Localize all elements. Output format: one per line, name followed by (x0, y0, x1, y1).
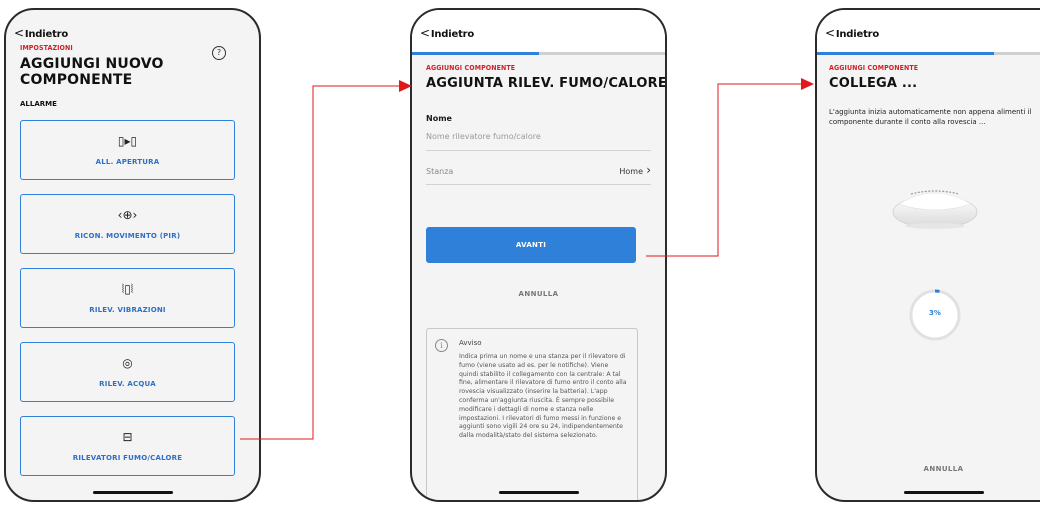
step-progress-fill (412, 52, 539, 55)
phone-add-smoke-detector: <Indietro AGGIUNGI COMPONENTE AGGIUNTA R… (410, 8, 667, 502)
notice-title: Avviso (459, 339, 482, 347)
chevron-left-icon: < (14, 26, 24, 40)
instructions-text: L'aggiunta inizia automaticamente non ap… (829, 108, 1032, 126)
arrow-1 (240, 85, 402, 440)
room-value[interactable]: Home (619, 167, 643, 176)
back-label: Indietro (24, 29, 69, 40)
home-indicator (92, 491, 173, 494)
room-label: Stanza (426, 167, 454, 176)
phone-add-component: <Indietro IMPOSTAZIONI AGGIUNGI NUOVO CO… (4, 8, 261, 502)
arrow-2-head (801, 78, 814, 90)
smoke-detector-icon: ⊟ (122, 430, 133, 444)
cancel-button[interactable]: ANNULLA (412, 290, 665, 298)
phone-connect: <Indietro AGGIUNGI COMPONENTE COLLEGA ..… (815, 8, 1040, 502)
notice-text: Indica prima un nome e una stanza per il… (459, 353, 627, 440)
tile-label: RICON. MOVIMENTO (PIR) (74, 232, 181, 240)
step-progress-fill (817, 52, 995, 55)
name-input[interactable]: Nome rilevatore fumo/calore (426, 132, 541, 141)
section-title: ALLARME (20, 100, 57, 108)
vibration-sensor-icon: ⦚▯⦚ (121, 282, 134, 296)
back-label: Indietro (835, 29, 880, 40)
tile-label: ALL. APERTURA (95, 158, 160, 166)
chevron-left-icon: < (825, 26, 835, 40)
page-title: COLLEGA ... (829, 76, 918, 91)
back-button[interactable]: <Indietro (825, 26, 879, 40)
divider (426, 184, 651, 185)
chevron-left-icon: < (420, 26, 430, 40)
step-progress (412, 52, 665, 55)
help-icon[interactable]: ? (212, 46, 226, 60)
divider (426, 150, 651, 151)
chevron-right-icon[interactable]: › (646, 163, 651, 177)
tile-vibration-sensor[interactable]: ⦚▯⦚ RILEV. VIBRAZIONI (20, 268, 235, 328)
smoke-detector-image (892, 190, 978, 229)
breadcrumb: AGGIUNGI COMPONENTE (426, 64, 516, 72)
tile-water-sensor[interactable]: ◎ RILEV. ACQUA (20, 342, 235, 402)
info-icon: i (435, 339, 448, 352)
tile-door-contact[interactable]: ▯▸▯ ALL. APERTURA (20, 120, 235, 180)
page-title: AGGIUNGI NUOVO COMPONENTE (20, 56, 164, 89)
door-contact-icon: ▯▸▯ (117, 134, 138, 148)
page-title: AGGIUNTA RILEV. FUMO/CALORE (426, 76, 667, 91)
cancel-button[interactable]: ANNULLA (817, 465, 1040, 473)
arrow-2 (646, 83, 804, 257)
back-button[interactable]: <Indietro (420, 26, 474, 40)
water-sensor-icon: ◎ (122, 356, 133, 370)
motion-sensor-icon: ‹⊕› (117, 208, 138, 222)
name-label: Nome (426, 114, 452, 123)
tile-label: RILEV. VIBRAZIONI (89, 306, 166, 314)
tile-smoke-detector[interactable]: ⊟ RILEVATORI FUMO/CALORE (20, 416, 235, 476)
home-indicator (903, 491, 984, 494)
countdown-percent: 3% (929, 309, 941, 317)
tile-label: RILEVATORI FUMO/CALORE (72, 454, 183, 462)
tile-label: RILEV. ACQUA (99, 380, 156, 388)
notice-box: i Avviso Indica prima un nome e una stan… (426, 328, 638, 500)
breadcrumb: AGGIUNGI COMPONENTE (829, 64, 919, 72)
back-label: Indietro (430, 29, 475, 40)
back-button[interactable]: <Indietro (14, 26, 68, 40)
home-indicator (498, 491, 579, 494)
breadcrumb: IMPOSTAZIONI (20, 44, 73, 52)
step-progress (817, 52, 1040, 55)
next-button[interactable]: AVANTI (426, 227, 636, 263)
tile-motion-sensor[interactable]: ‹⊕› RICON. MOVIMENTO (PIR) (20, 194, 235, 254)
